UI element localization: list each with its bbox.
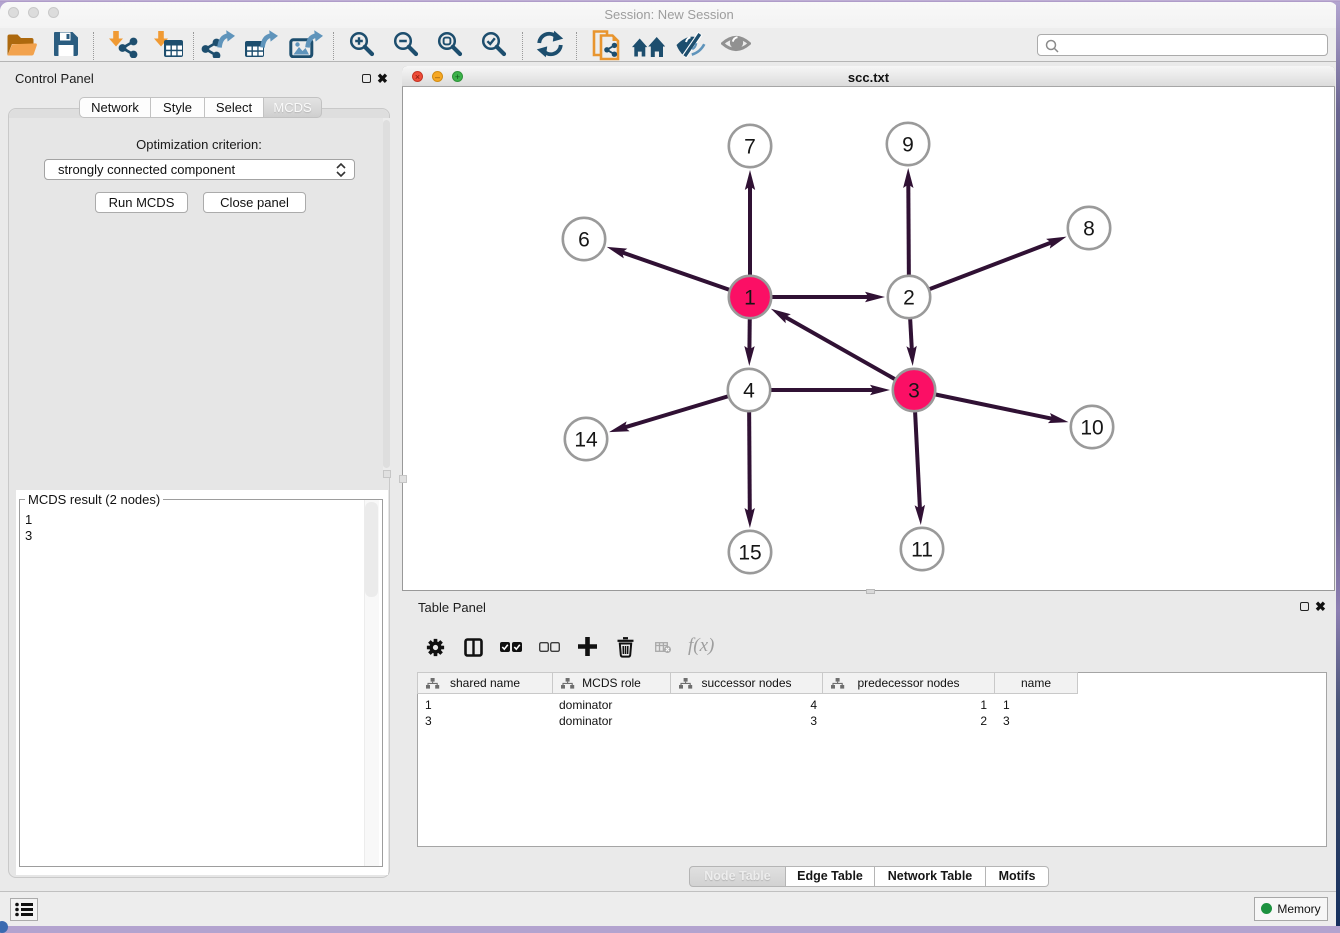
- svg-text:9: 9: [902, 133, 914, 156]
- svg-text:2: 2: [903, 286, 915, 309]
- svg-text:8: 8: [1083, 217, 1095, 240]
- svg-text:7: 7: [744, 135, 756, 158]
- svg-text:11: 11: [911, 538, 933, 561]
- svg-text:6: 6: [578, 228, 590, 251]
- svg-text:3: 3: [908, 379, 920, 402]
- svg-text:14: 14: [574, 428, 598, 451]
- svg-text:4: 4: [743, 379, 755, 402]
- svg-text:15: 15: [738, 541, 761, 564]
- svg-text:10: 10: [1080, 416, 1103, 439]
- svg-text:1: 1: [744, 286, 756, 309]
